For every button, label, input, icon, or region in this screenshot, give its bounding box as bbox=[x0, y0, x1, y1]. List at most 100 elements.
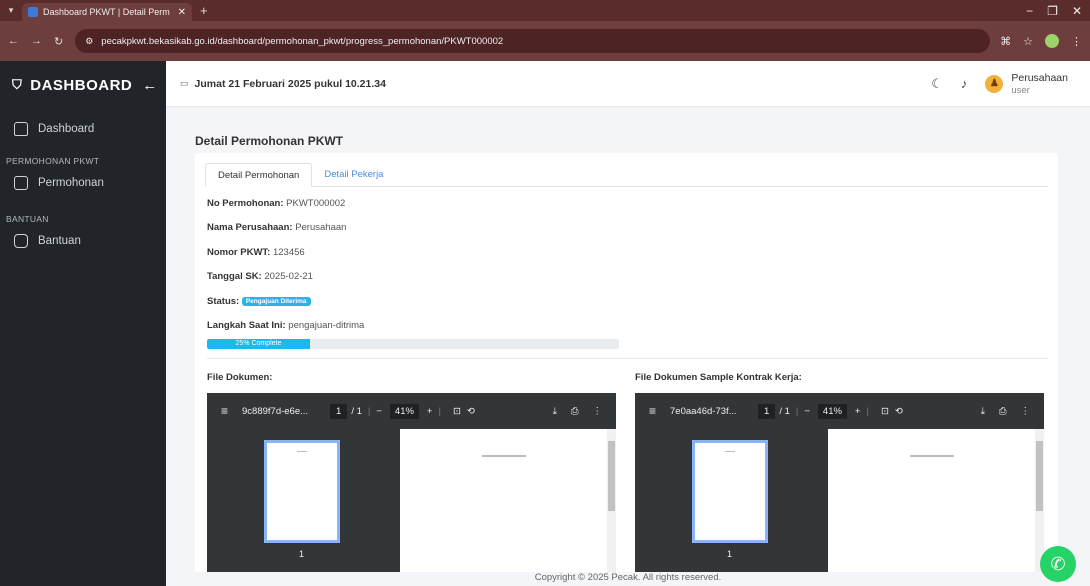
user-menu[interactable]: ♟ Perusahaan user bbox=[985, 72, 1068, 96]
scrollbar-thumb[interactable] bbox=[1036, 441, 1043, 511]
field-value: PKWT000002 bbox=[286, 198, 346, 209]
zoom-level-input[interactable]: 41% bbox=[817, 403, 847, 419]
pdf-toolbar: ≡ 7e0aa46d-73f... 1/ 1 | − 41% + | ⊡ ⟲ ⤓… bbox=[635, 393, 1044, 429]
back-icon[interactable]: ← bbox=[8, 35, 19, 47]
close-window-icon[interactable]: ✕ bbox=[1072, 4, 1082, 18]
reload-icon[interactable]: ↻ bbox=[54, 35, 63, 48]
page-heading-line bbox=[482, 455, 526, 457]
field-langkah: Langkah Saat Ini: pengajuan-ditrima bbox=[207, 320, 364, 331]
site-info-icon[interactable]: ⚙ bbox=[85, 36, 93, 47]
fit-page-icon[interactable]: ⊡ bbox=[453, 406, 461, 417]
profile-avatar-icon[interactable] bbox=[1045, 34, 1059, 48]
field-label: Langkah Saat Ini: bbox=[207, 320, 286, 331]
close-tab-icon[interactable]: ✕ bbox=[178, 7, 186, 18]
page-thumbnail[interactable] bbox=[692, 440, 768, 543]
thumbnail-text-line bbox=[297, 451, 307, 452]
zoom-in-icon[interactable]: + bbox=[427, 406, 433, 417]
field-label: Tanggal SK: bbox=[207, 271, 262, 282]
url-field[interactable]: ⚙ pecakpkwt.bekasikab.go.id/dashboard/pe… bbox=[75, 29, 991, 53]
dark-mode-moon-icon[interactable]: ☾ bbox=[931, 76, 943, 92]
print-icon[interactable]: ⎙ bbox=[999, 406, 1007, 417]
progress-bar: 25% Complete bbox=[207, 339, 619, 349]
page-number-input[interactable]: 1 bbox=[330, 403, 348, 419]
detail-tabs: Detail Permohonan Detail Pekerja bbox=[205, 163, 1048, 187]
toolbar-separator: | bbox=[438, 405, 441, 417]
page-thumbnail[interactable] bbox=[264, 440, 340, 543]
sidebar-item-permohonan[interactable]: Permohonan bbox=[0, 169, 166, 197]
url-text: pecakpkwt.bekasikab.go.id/dashboard/perm… bbox=[101, 35, 504, 47]
translate-icon[interactable]: ⌘ bbox=[1000, 35, 1011, 48]
calendar-icon: ▭ bbox=[180, 78, 189, 88]
sidebar-section-bantuan: BANTUAN bbox=[6, 214, 49, 224]
page-heading-line bbox=[910, 455, 954, 457]
address-bar-row: ← → ↻ ⚙ pecakpkwt.bekasikab.go.id/dashbo… bbox=[0, 21, 1090, 61]
bookmark-star-icon[interactable]: ☆ bbox=[1023, 35, 1033, 48]
user-role: user bbox=[1011, 84, 1030, 96]
download-icon[interactable]: ⤓ bbox=[981, 406, 985, 417]
browser-menu-icon[interactable]: ⋮ bbox=[1071, 35, 1082, 48]
pdf-body: 1 bbox=[207, 429, 616, 586]
pdf-scrollbar[interactable] bbox=[607, 429, 616, 586]
scrollbar-thumb[interactable] bbox=[608, 441, 615, 511]
more-options-icon[interactable]: ⋮ bbox=[1021, 406, 1031, 417]
sidebar-item-bantuan[interactable]: Bantuan bbox=[0, 227, 166, 255]
notification-bell-icon[interactable]: ♪ bbox=[961, 76, 968, 91]
sidebar-item-label: Permohonan bbox=[38, 177, 104, 189]
pdf-viewer-sample-kontrak[interactable]: ≡ 7e0aa46d-73f... 1/ 1 | − 41% + | ⊡ ⟲ ⤓… bbox=[635, 393, 1044, 586]
tab-search-chevron-icon[interactable]: ▾ bbox=[0, 0, 22, 21]
menu-hamburger-icon[interactable]: ≡ bbox=[649, 404, 656, 418]
field-label: Nama Perusahaan: bbox=[207, 222, 293, 233]
help-chat-icon bbox=[14, 234, 28, 248]
sidebar-item-dashboard[interactable]: Dashboard bbox=[0, 115, 166, 143]
avatar: ♟ bbox=[985, 74, 1004, 93]
minimize-icon[interactable]: − bbox=[1026, 4, 1033, 18]
brand-logo-icon: ⛉ bbox=[12, 77, 23, 92]
whatsapp-chat-icon[interactable]: ✆ bbox=[1040, 546, 1076, 582]
sidebar-item-label: Dashboard bbox=[38, 123, 95, 135]
topbar: ▭ Jumat 21 Februari 2025 pukul 10.21.34 … bbox=[166, 61, 1090, 107]
divider bbox=[207, 358, 1048, 359]
sidebar-section-permohonan: PERMOHONAN PKWT bbox=[6, 156, 100, 166]
pdf-toolbar: ≡ 9c889f7d-e6e... 1/ 1 | − 41% + | ⊡ ⟲ ⤓… bbox=[207, 393, 616, 429]
window-controls: − ❐ ✕ bbox=[1026, 4, 1090, 18]
home-icon bbox=[14, 122, 28, 136]
new-tab-icon[interactable]: + bbox=[200, 3, 208, 18]
main-content: Detail Permohonan PKWT Detail Permohonan… bbox=[166, 107, 1090, 586]
zoom-in-icon[interactable]: + bbox=[855, 406, 861, 417]
tab-detail-permohonan[interactable]: Detail Permohonan bbox=[205, 163, 313, 187]
restore-icon[interactable]: ❐ bbox=[1047, 4, 1058, 18]
field-no-permohonan: No Permohonan: PKWT000002 bbox=[207, 198, 345, 209]
tab-detail-pekerja[interactable]: Detail Pekerja bbox=[312, 163, 395, 187]
file-dokumen-label: File Dokumen: bbox=[207, 372, 273, 383]
thumbnail-panel: 1 bbox=[635, 429, 828, 586]
browser-tab[interactable]: Dashboard PKWT | Detail Perm ✕ bbox=[22, 3, 192, 21]
current-datetime: Jumat 21 Februari 2025 pukul 10.21.34 bbox=[194, 77, 386, 90]
rotate-icon[interactable]: ⟲ bbox=[895, 406, 903, 417]
browser-tab-bar: ▾ Dashboard PKWT | Detail Perm ✕ + − ❐ ✕ bbox=[0, 0, 1090, 21]
sidebar-brand: ⛉ DASHBOARD ← bbox=[0, 61, 166, 109]
pdf-filename: 7e0aa46d-73f... bbox=[670, 405, 737, 417]
zoom-out-icon[interactable]: − bbox=[804, 406, 810, 417]
sidebar: ⛉ DASHBOARD ← Dashboard PERMOHONAN PKWT … bbox=[0, 61, 166, 586]
menu-hamburger-icon[interactable]: ≡ bbox=[221, 404, 228, 418]
zoom-level-input[interactable]: 41% bbox=[389, 403, 419, 419]
field-tanggal-sk: Tanggal SK: 2025-02-21 bbox=[207, 271, 313, 282]
pdf-viewer-dokumen[interactable]: ≡ 9c889f7d-e6e... 1/ 1 | − 41% + | ⊡ ⟲ ⤓… bbox=[207, 393, 616, 586]
print-icon[interactable]: ⎙ bbox=[571, 406, 579, 417]
more-options-icon[interactable]: ⋮ bbox=[593, 406, 603, 417]
field-nomor-pkwt: Nomor PKWT: 123456 bbox=[207, 247, 305, 258]
zoom-out-icon[interactable]: − bbox=[376, 406, 382, 417]
file-sample-kontrak-label: File Dokumen Sample Kontrak Kerja: bbox=[635, 372, 802, 383]
rotate-icon[interactable]: ⟲ bbox=[467, 406, 475, 417]
forward-icon[interactable]: → bbox=[31, 35, 42, 47]
sidebar-collapse-arrow-icon[interactable]: ← bbox=[142, 77, 158, 94]
toolbar-separator: | bbox=[367, 405, 371, 417]
pdf-page bbox=[828, 429, 1035, 586]
field-value: Perusahaan bbox=[295, 222, 347, 233]
sidebar-item-label: Bantuan bbox=[38, 235, 81, 247]
fit-page-icon[interactable]: ⊡ bbox=[881, 406, 889, 417]
download-icon[interactable]: ⤓ bbox=[553, 406, 557, 417]
detail-card: Detail Permohonan Detail Pekerja No Perm… bbox=[195, 153, 1058, 586]
user-name: Perusahaan bbox=[1011, 71, 1068, 84]
page-number-input[interactable]: 1 bbox=[758, 403, 776, 419]
